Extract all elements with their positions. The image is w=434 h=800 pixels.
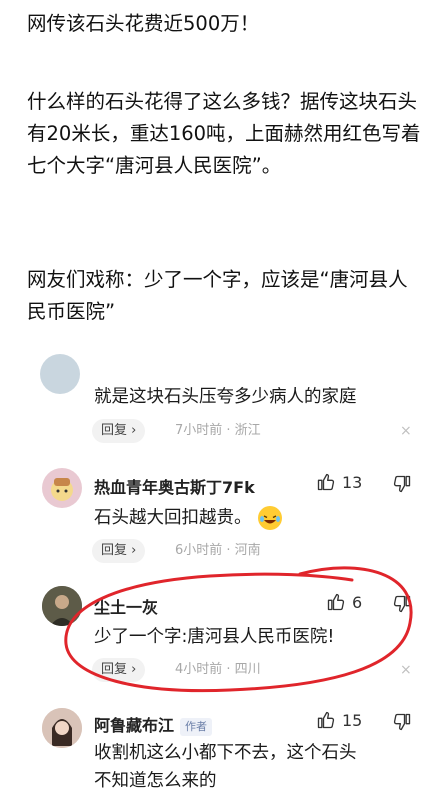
close-icon[interactable]: × xyxy=(400,419,412,443)
reply-button[interactable]: 回复 › xyxy=(92,539,146,563)
article-paragraph-2: 什么样的石头花得了这么多钱？据传这块石头有20米长，重达160吨，上面赫然用红色… xyxy=(27,90,421,177)
article-paragraph-3: 网友们戏称：少了一个字，应该是“唐河县人民币医院” xyxy=(27,268,408,323)
like-button[interactable]: 6 xyxy=(326,592,362,612)
commenter-name-text: 阿鲁藏布江 xyxy=(94,716,175,735)
comment-text: 石头越大回扣越贵。 xyxy=(94,505,282,531)
dislike-button[interactable] xyxy=(392,712,412,736)
avatar[interactable] xyxy=(40,354,80,394)
author-badge: 作者 xyxy=(180,717,213,736)
thumbs-up-icon xyxy=(327,593,345,611)
avatar-cartoon-icon xyxy=(51,478,73,501)
thumbs-up-icon xyxy=(317,473,335,491)
thumbs-up-icon xyxy=(317,711,335,729)
laughing-emoji-icon xyxy=(257,506,282,530)
like-button[interactable]: 15 xyxy=(316,710,362,730)
comment-text-line-1: 收割机这么小都下不去，这个石头 xyxy=(94,743,357,763)
comment-text-line-2: 不知道怎么来的 xyxy=(94,771,217,791)
avatar-photo-icon xyxy=(42,586,82,626)
reply-button[interactable]: 回复 › xyxy=(92,419,146,443)
close-icon[interactable]: × xyxy=(400,658,412,682)
commenter-name[interactable]: 阿鲁藏布江 作者 xyxy=(94,712,213,736)
comment-meta: 6小时前 · 河南 xyxy=(175,543,261,558)
like-count: 15 xyxy=(342,710,363,730)
comment-meta: 4小时前 · 四川 xyxy=(175,662,261,677)
comment-text: 就是这块石头压夸多少病人的家庭 xyxy=(94,387,357,407)
avatar[interactable] xyxy=(42,468,82,508)
article-paragraph-1: 网传该石头花费近500万！ xyxy=(27,12,260,35)
like-count: 13 xyxy=(342,472,363,492)
dislike-button[interactable] xyxy=(392,594,412,618)
avatar[interactable] xyxy=(42,708,82,748)
comment-meta: 7小时前 · 浙江 xyxy=(175,423,261,438)
thumbs-down-icon xyxy=(393,475,411,493)
like-button[interactable]: 13 xyxy=(316,472,362,492)
comment-text: 少了一个字:唐河县人民币医院! xyxy=(94,627,335,647)
like-count: 6 xyxy=(352,592,363,612)
comment-text-body: 石头越大回扣越贵。 xyxy=(94,508,252,528)
comment-section-screenshot: 就是这块石头压夸多少病人的家庭 回复 › 7小时前 · 浙江 × 热血青年奥古斯… xyxy=(0,354,434,800)
reply-button[interactable]: 回复 › xyxy=(92,658,146,682)
avatar[interactable] xyxy=(42,586,82,626)
thumbs-down-icon xyxy=(393,713,411,731)
dislike-button[interactable] xyxy=(392,474,412,498)
commenter-name[interactable]: 热血青年奥古斯丁7Fk xyxy=(94,474,255,498)
commenter-name[interactable]: 尘土一灰 xyxy=(94,594,158,618)
avatar-photo-icon xyxy=(42,708,82,748)
thumbs-down-icon xyxy=(393,595,411,613)
